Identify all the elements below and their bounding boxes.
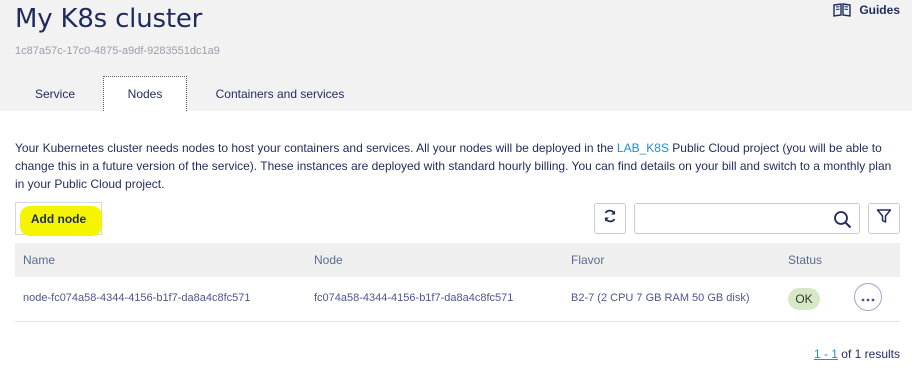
search-icon[interactable] xyxy=(833,210,852,234)
add-node-label: Add node xyxy=(30,211,87,226)
nodes-description: Your Kubernetes cluster needs nodes to h… xyxy=(15,139,895,193)
tab-nodes[interactable]: Nodes xyxy=(103,76,187,111)
table-row: node-fc074a58-4344-4156-b1f7-da8a4c8fc57… xyxy=(15,277,900,322)
guides-link[interactable]: Guides xyxy=(833,3,900,17)
column-header-flavor[interactable]: Flavor xyxy=(571,253,604,267)
table-header: Name Node Flavor Status xyxy=(15,243,900,277)
page-header: My K8s cluster 1c87a57c-17c0-4875-a9df-9… xyxy=(0,0,912,111)
book-icon xyxy=(833,3,852,17)
flavor-cell: B2-7 (2 CPU 7 GB RAM 50 GB disk) xyxy=(571,292,750,304)
add-node-button[interactable]: Add node xyxy=(15,202,102,236)
refresh-button[interactable] xyxy=(594,203,626,234)
filter-icon xyxy=(876,208,892,229)
nodes-table: Name Node Flavor Status node-fc074a58-43… xyxy=(15,243,900,322)
project-link[interactable]: LAB_K8S xyxy=(617,141,669,155)
search-input[interactable] xyxy=(634,203,860,234)
cluster-id: 1c87a57c-17c0-4875-a9df-9283551dc1a9 xyxy=(15,45,220,57)
tab-bar: Service Nodes Containers and services xyxy=(15,76,365,111)
ellipsis-icon xyxy=(861,289,875,305)
guides-label: Guides xyxy=(859,3,900,17)
node-name-cell: node-fc074a58-4344-4156-b1f7-da8a4c8fc57… xyxy=(23,292,251,304)
filter-button[interactable] xyxy=(868,203,900,234)
node-id-cell: fc074a58-4344-4156-b1f7-da8a4c8fc571 xyxy=(314,292,514,304)
page-title: My K8s cluster xyxy=(15,4,203,34)
column-header-node[interactable]: Node xyxy=(314,253,343,267)
column-header-name[interactable]: Name xyxy=(23,253,55,267)
description-text-1: Your Kubernetes cluster needs nodes to h… xyxy=(15,141,617,155)
refresh-icon xyxy=(603,209,617,228)
pagination-range-link[interactable]: 1 - 1 xyxy=(814,347,838,361)
tab-service[interactable]: Service xyxy=(15,76,95,111)
pagination-total: of 1 results xyxy=(837,347,900,361)
tab-containers-and-services[interactable]: Containers and services xyxy=(195,76,365,111)
pagination: 1 - 1 of 1 results xyxy=(814,347,900,361)
status-badge: OK xyxy=(788,288,820,310)
column-header-status[interactable]: Status xyxy=(788,253,822,267)
row-actions-button[interactable] xyxy=(854,283,882,311)
